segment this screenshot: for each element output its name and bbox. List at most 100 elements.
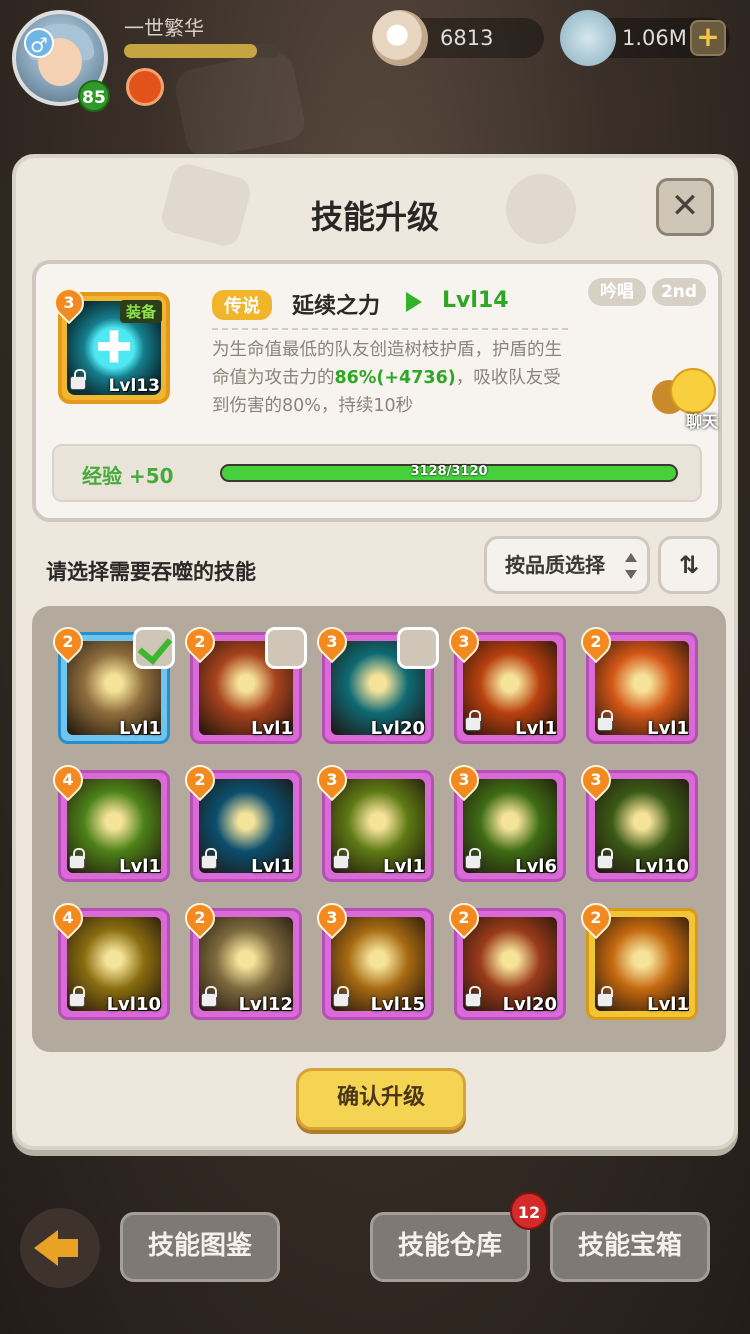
lock-icon <box>69 848 85 869</box>
skill-card-level: Lvl10 <box>634 856 689 877</box>
star-count: 3 <box>326 770 338 789</box>
exp-box: 经验 +50 3128/3120 <box>52 444 702 502</box>
lock-icon <box>201 848 217 869</box>
sort-arrows-icon <box>625 553 637 579</box>
star-count: 3 <box>63 293 75 312</box>
pearl-value: 6813 <box>440 26 494 50</box>
confirm-upgrade-button[interactable]: 确认升级 <box>296 1068 466 1130</box>
skill-card[interactable]: Lvl20 3 <box>310 620 439 744</box>
skill-card[interactable]: Lvl10 4 <box>46 896 170 1020</box>
star-count: 3 <box>458 632 470 651</box>
skill-card[interactable]: Lvl1 3 <box>310 758 434 882</box>
lock-icon <box>201 986 217 1007</box>
star-count: 3 <box>326 632 338 651</box>
skill-level: Lvl14 <box>442 288 509 313</box>
skill-card-level: Lvl1 <box>119 718 161 739</box>
lock-icon <box>465 986 481 1007</box>
lock-icon <box>465 848 481 869</box>
exp-progress-text: 3128/3120 <box>410 464 488 479</box>
player-exp-bar <box>124 44 280 58</box>
skill-card-level: Lvl12 <box>238 994 293 1015</box>
rarity-badge: 传说 <box>212 290 272 320</box>
skill-warehouse-button[interactable]: 技能仓库 <box>370 1212 530 1282</box>
lock-icon <box>69 986 85 1007</box>
star-count: 2 <box>62 632 74 651</box>
skill-card[interactable]: Lvl20 2 <box>442 896 566 1020</box>
plus-icon: ✚ <box>95 322 133 374</box>
desc-percent: 86% <box>334 368 377 388</box>
skill-card-level: Lvl1 <box>119 856 161 877</box>
guild-badge-icon[interactable] <box>126 68 164 106</box>
player-exp-fill <box>124 44 257 58</box>
skill-info-card: ✚ 装备 Lvl13 3 传说 延续之力 Lvl14 吟唱 2nd 为生命值最低… <box>32 260 722 522</box>
select-checkbox[interactable] <box>133 627 175 669</box>
select-checkbox[interactable] <box>397 627 439 669</box>
lock-icon <box>70 369 86 390</box>
equipped-label: 装备 <box>119 300 162 323</box>
skill-description: 为生命值最低的队友创造树枝护盾，护盾的生命值为攻击力的86%(+4736)，吸收… <box>212 336 572 420</box>
panel-title: 技能升级 <box>310 198 439 236</box>
back-arrow-button[interactable] <box>20 1208 100 1288</box>
skill-card-level: Lvl1 <box>647 718 689 739</box>
skill-card[interactable]: Lvl1 4 <box>46 758 170 882</box>
star-count: 4 <box>62 908 74 927</box>
skill-card[interactable]: Lvl1 2 <box>178 620 307 744</box>
add-currency-button[interactable]: + <box>690 20 726 56</box>
warehouse-count-badge: 12 <box>510 1192 548 1230</box>
skill-card[interactable]: Lvl15 3 <box>310 896 434 1020</box>
skill-chest-button[interactable]: 技能宝箱 <box>550 1212 710 1282</box>
chat-button[interactable]: 聊天 <box>652 368 722 431</box>
close-button[interactable]: ✕ <box>656 178 714 236</box>
star-count: 3 <box>326 908 338 927</box>
skill-card[interactable]: Lvl1 3 <box>442 620 566 744</box>
exp-progress-bar: 3128/3120 <box>220 464 678 482</box>
star-count: 2 <box>590 632 602 651</box>
gender-icon: ♂ <box>24 28 54 58</box>
skill-card-level: Lvl1 <box>251 718 293 739</box>
skill-card[interactable]: Lvl10 3 <box>574 758 698 882</box>
shell-icon <box>560 10 616 66</box>
star-count: 4 <box>62 770 74 789</box>
star-count: 3 <box>458 770 470 789</box>
player-name: 一世繁华 <box>124 16 204 40</box>
skill-card-level: Lvl1 <box>515 718 557 739</box>
exp-gain-label: 经验 +50 <box>82 464 174 488</box>
skill-card-level: Lvl10 <box>106 994 161 1015</box>
tag-chant: 吟唱 <box>588 278 646 306</box>
lock-icon <box>465 710 481 731</box>
desc-bonus: (+4736) <box>376 368 456 388</box>
skill-card-level: Lvl6 <box>515 856 557 877</box>
skill-card-level: Lvl20 <box>370 718 425 739</box>
star-count: 2 <box>194 770 206 789</box>
skill-card[interactable]: Lvl1 2 <box>46 620 175 744</box>
skill-codex-button[interactable]: 技能图鉴 <box>120 1212 280 1282</box>
current-skill-icon[interactable]: ✚ 装备 Lvl13 3 <box>47 281 170 404</box>
tag-2nd: 2nd <box>652 278 706 306</box>
star-count: 2 <box>590 908 602 927</box>
skill-grid: Lvl1 2 Lvl1 2 Lvl20 3 Lvl1 3 Lvl1 2 Lvl1 4 Lvl1 2 Lvl1… <box>32 606 726 1052</box>
skill-name: 延续之力 <box>292 294 381 319</box>
select-checkbox[interactable] <box>265 627 307 669</box>
skill-card[interactable]: Lvl12 2 <box>178 896 302 1020</box>
lock-icon <box>597 848 613 869</box>
skill-card[interactable]: Lvl1 2 <box>178 758 302 882</box>
skill-card[interactable]: Lvl1 2 <box>574 620 698 744</box>
shell-value: 1.06M <box>622 26 687 50</box>
lock-icon <box>597 986 613 1007</box>
skill-card-level: Lvl1 <box>383 856 425 877</box>
skill-card[interactable]: Lvl6 3 <box>442 758 566 882</box>
sort-icon: ⇅ <box>678 551 700 579</box>
skill-card[interactable]: Lvl1 2 <box>574 896 698 1020</box>
lock-icon <box>597 710 613 731</box>
current-skill-icon-level: Lvl13 <box>108 376 160 396</box>
quality-filter-label: 按品质选择 <box>505 553 605 577</box>
skill-card-level: Lvl1 <box>251 856 293 877</box>
star-count: 2 <box>458 908 470 927</box>
play-arrow-icon <box>406 292 422 312</box>
star-count: 2 <box>194 632 206 651</box>
sort-button[interactable]: ⇅ <box>658 536 720 594</box>
quality-filter-select[interactable]: 按品质选择 <box>484 536 650 594</box>
skill-card-level: Lvl1 <box>647 994 689 1015</box>
star-count: 2 <box>194 908 206 927</box>
chat-label: 聊天 <box>685 412 718 431</box>
